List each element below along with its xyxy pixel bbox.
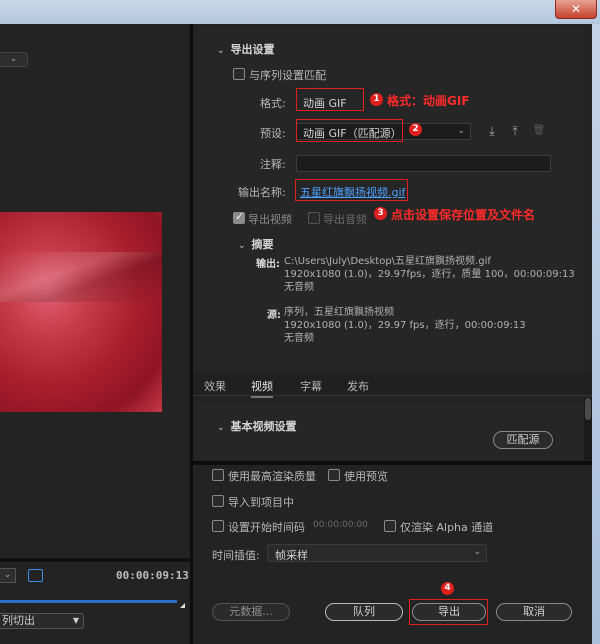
summary-source-key: 源: bbox=[267, 310, 281, 321]
summary-title: 摘要 bbox=[251, 238, 274, 251]
comments-field[interactable] bbox=[296, 155, 551, 172]
tab-video[interactable]: 视频 bbox=[251, 378, 273, 398]
queue-button[interactable]: 队列 bbox=[325, 603, 403, 621]
video-preview-frame bbox=[0, 212, 162, 412]
export-audio-label: 导出音频 bbox=[323, 213, 367, 226]
export-settings-header[interactable]: ⌄ 导出设置 bbox=[217, 41, 275, 57]
window-frame-right bbox=[592, 24, 600, 644]
export-settings-title: 导出设置 bbox=[230, 43, 275, 56]
export-video-checkbox[interactable] bbox=[233, 210, 245, 224]
cancel-button[interactable]: 取消 bbox=[496, 603, 572, 621]
tab-captions[interactable]: 字幕 bbox=[300, 378, 322, 394]
duration-timecode: 00:00:09:13 bbox=[116, 569, 189, 582]
chevron-down-icon: ⌄ bbox=[238, 241, 246, 251]
preview-top-dropdown[interactable]: ⌄ bbox=[0, 52, 28, 67]
annotation-badge-2: 2 bbox=[409, 123, 422, 136]
window-close-button[interactable]: ✕ bbox=[555, 0, 597, 19]
title-bar bbox=[0, 0, 600, 24]
metadata-button[interactable]: 元数据... bbox=[212, 603, 290, 621]
timeline-scrubber[interactable] bbox=[0, 600, 177, 603]
output-name-link[interactable]: 五星红旗飘扬视频.gif bbox=[300, 184, 405, 200]
match-sequence-checkbox[interactable] bbox=[233, 68, 245, 80]
chevron-down-icon: ⌄ bbox=[473, 547, 481, 557]
source-range-dropdown[interactable]: 列切出 ▼ bbox=[0, 613, 84, 629]
summary-output-audio: 无音频 bbox=[284, 282, 314, 293]
summary-source-name: 序列，五星红旗飘扬视频 bbox=[284, 307, 394, 318]
summary-header[interactable]: ⌄ 摘要 bbox=[238, 236, 274, 252]
export-audio-checkbox[interactable] bbox=[308, 212, 320, 224]
import-into-project-checkbox[interactable] bbox=[212, 495, 224, 507]
export-video-label: 导出视频 bbox=[248, 213, 292, 226]
fit-frame-icon[interactable] bbox=[28, 569, 43, 582]
chevron-down-icon: ⌄ bbox=[217, 46, 225, 56]
set-start-timecode-label: 设置开始时间码 bbox=[228, 521, 305, 534]
match-sequence-label: 与序列设置匹配 bbox=[249, 69, 326, 82]
annotation-text-1: 格式：动画GIF bbox=[387, 94, 470, 108]
basic-video-header[interactable]: ⌄ 基本视频设置 bbox=[217, 418, 297, 434]
chevron-down-icon: ▼ bbox=[72, 616, 79, 625]
chevron-down-icon: ⌄ bbox=[457, 126, 465, 136]
match-source-button[interactable]: 匹配源 bbox=[493, 431, 553, 449]
format-dropdown[interactable]: 动画 GIF bbox=[303, 95, 347, 111]
start-timecode-field[interactable]: 00:00:00:00 bbox=[313, 520, 368, 530]
summary-source-specs: 1920x1080 (1.0)，29.97 fps，逐行，00:00:09:13 bbox=[284, 320, 526, 331]
summary-output-path: C:\Users\July\Desktop\五星红旗飘扬视频.gif bbox=[284, 256, 491, 267]
playhead-marker[interactable] bbox=[175, 603, 185, 608]
max-render-quality-label: 使用最高渲染质量 bbox=[228, 470, 316, 483]
tab-publish[interactable]: 发布 bbox=[347, 378, 369, 394]
export-button[interactable]: 导出 bbox=[412, 603, 486, 621]
use-previews-checkbox[interactable] bbox=[328, 469, 340, 481]
time-interpolation-value: 帧采样 bbox=[275, 549, 308, 562]
import-into-project-label: 导入到项目中 bbox=[228, 496, 294, 509]
preview-divider bbox=[0, 558, 190, 562]
set-start-timecode-checkbox[interactable] bbox=[212, 520, 224, 532]
time-interpolation-label: 时间插值: bbox=[212, 549, 260, 562]
chevron-down-icon: ⌄ bbox=[217, 423, 225, 433]
settings-scrollbar-thumb[interactable] bbox=[585, 398, 591, 420]
annotation-badge-4: 4 bbox=[441, 582, 454, 595]
preset-value: 动画 GIF（匹配源） bbox=[303, 127, 402, 140]
annotation-badge-1: 1 bbox=[370, 93, 383, 106]
alpha-only-checkbox[interactable] bbox=[384, 520, 396, 532]
output-name-label: 输出名称: bbox=[238, 186, 286, 199]
comments-label: 注释: bbox=[260, 158, 286, 171]
format-label: 格式: bbox=[260, 97, 286, 110]
summary-output-specs: 1920x1080 (1.0)，29.97fps，逐行，质量 100，00:00… bbox=[284, 269, 575, 280]
import-preset-icon[interactable]: ⤒ bbox=[508, 124, 522, 138]
basic-video-title: 基本视频设置 bbox=[230, 420, 297, 433]
zoom-dropdown[interactable]: ⌄ bbox=[0, 568, 16, 583]
max-render-quality-checkbox[interactable] bbox=[212, 469, 224, 481]
summary-source-audio: 无音频 bbox=[284, 333, 314, 344]
alpha-only-label: 仅渲染 Alpha 通道 bbox=[400, 521, 494, 534]
delete-preset-icon[interactable]: 🗑 bbox=[532, 124, 546, 138]
source-range-value: 列切出 bbox=[2, 614, 35, 627]
save-preset-icon[interactable]: ⤓ bbox=[485, 124, 499, 138]
tab-effects[interactable]: 效果 bbox=[204, 378, 226, 394]
summary-output-key: 输出: bbox=[256, 259, 280, 270]
preset-label: 预设: bbox=[260, 127, 286, 140]
use-previews-label: 使用预览 bbox=[344, 470, 388, 483]
annotation-badge-3: 3 bbox=[374, 207, 387, 220]
time-interpolation-dropdown[interactable]: 帧采样 ⌄ bbox=[267, 544, 487, 562]
annotation-text-3: 点击设置保存位置及文件名 bbox=[391, 208, 536, 222]
